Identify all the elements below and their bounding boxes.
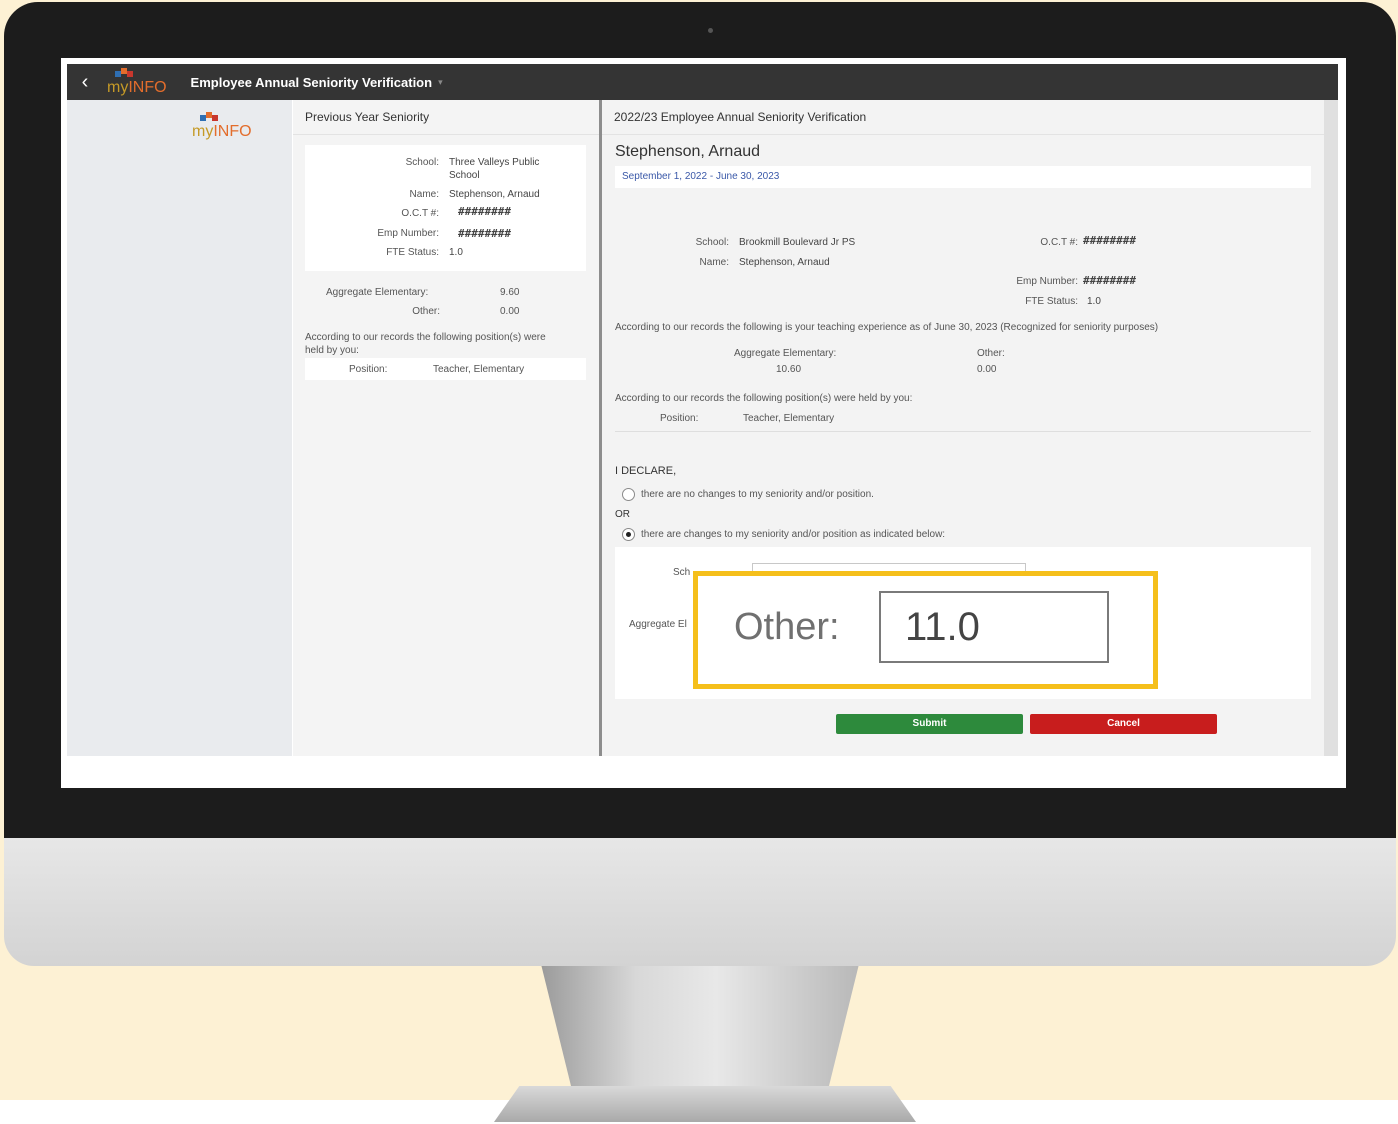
divider [615, 431, 1311, 432]
left-rail: myINFO [67, 100, 292, 756]
cur-position-label: Position: [660, 413, 699, 424]
previous-details-card: School: Three Valleys Public School Name… [305, 145, 586, 271]
cur-emp-label: Emp Number: [1016, 276, 1078, 287]
experience-note: According to our records the following i… [615, 322, 1159, 333]
screen: ‹ myINFO Employee Annual Seniority Verif… [61, 58, 1346, 788]
rail-logo: myINFO [192, 112, 252, 140]
option-no-changes[interactable]: there are no changes to my seniority and… [641, 489, 874, 500]
cur-position-value: Teacher, Elementary [743, 413, 835, 424]
chevron-left-icon[interactable]: ‹ [67, 64, 103, 100]
prev-other-value: 0.00 [500, 306, 520, 317]
changes-agg-label: Aggregate El [629, 619, 687, 630]
changes-school-label: Sch [673, 567, 691, 578]
date-range-bar: September 1, 2022 - June 30, 2023 [615, 166, 1311, 188]
radio-changes[interactable] [622, 528, 635, 541]
cur-fte-label: FTE Status: [1025, 296, 1078, 307]
submit-button[interactable]: Submit [836, 714, 1023, 734]
logo-info-text: INFO [128, 79, 167, 96]
cur-oct-label: O.C.T #: [1040, 237, 1078, 248]
prev-position-row: Position: Teacher, Elementary [305, 358, 586, 380]
date-range: September 1, 2022 - June 30, 2023 [622, 171, 780, 182]
other-input[interactable] [879, 591, 1109, 663]
prev-name-label: Name: [409, 189, 439, 200]
prev-position-label: Position: [349, 364, 388, 375]
prev-fte-label: FTE Status: [386, 247, 439, 258]
cur-name-value: Stephenson, Arnaud [739, 257, 830, 268]
camera-icon [708, 28, 713, 33]
prev-positions-note-2: held by you: [305, 345, 359, 356]
cur-other-label: Other: [977, 348, 1005, 359]
prev-emp-value: ######## [458, 227, 511, 240]
cur-school-value: Brookmill Boulevard Jr PS [739, 237, 856, 248]
monitor-stand-neck [540, 960, 860, 1090]
rail-logo-my: my [192, 123, 214, 140]
chevron-down-icon[interactable]: ▾ [438, 77, 443, 88]
page-title: Employee Annual Seniority Verification [190, 74, 433, 90]
prev-oct-label: O.C.T #: [401, 208, 439, 219]
monitor-chin [4, 838, 1396, 966]
or-label: OR [615, 509, 630, 520]
prev-oct-value: ######## [458, 205, 511, 218]
declare-heading: I DECLARE, [615, 465, 677, 477]
previous-year-panel: Previous Year Seniority School: Three Va… [293, 100, 602, 756]
prev-school-value-2: School [449, 170, 480, 181]
prev-positions-note-1: According to our records the following p… [305, 332, 546, 343]
option-changes[interactable]: there are changes to my seniority and/or… [641, 529, 945, 540]
prev-other-label: Other: [412, 306, 440, 317]
prev-agg-value: 9.60 [500, 287, 520, 298]
previous-panel-title: Previous Year Seniority [293, 100, 599, 135]
prev-position-value: Teacher, Elementary [433, 364, 525, 375]
cur-other-value: 0.00 [977, 364, 997, 375]
cur-oct-value: ######## [1083, 234, 1136, 247]
cur-agg-value: 10.60 [776, 364, 802, 375]
cur-emp-value: ######## [1083, 274, 1136, 287]
cur-school-label: School: [695, 237, 729, 248]
monitor-stand-base [494, 1086, 916, 1122]
other-label-zoomed: Other: [734, 606, 840, 648]
prev-school-label: School: [405, 157, 439, 168]
radio-selected-dot [626, 532, 631, 537]
app-header: ‹ myINFO Employee Annual Seniority Verif… [67, 64, 1338, 100]
prev-name-value: Stephenson, Arnaud [449, 189, 540, 200]
prev-school-value-1: Three Valleys Public [449, 157, 540, 168]
current-panel-title: 2022/23 Employee Annual Seniority Verifi… [602, 100, 1324, 135]
cancel-button[interactable]: Cancel [1030, 714, 1217, 734]
scrollbar[interactable] [1324, 100, 1338, 756]
logo-my-text: my [107, 79, 129, 96]
employee-name: Stephenson, Arnaud [615, 143, 761, 160]
rail-logo-info: INFO [213, 123, 252, 140]
prev-emp-label: Emp Number: [377, 228, 439, 239]
cur-name-label: Name: [699, 257, 729, 268]
cur-agg-label: Aggregate Elementary: [734, 348, 837, 359]
radio-no-changes[interactable] [622, 488, 635, 501]
cur-fte-value: 1.0 [1087, 296, 1101, 307]
myinfo-logo: myINFO [107, 68, 167, 96]
highlight-callout: Other: [693, 571, 1158, 689]
prev-fte-value: 1.0 [449, 247, 463, 258]
prev-agg-label: Aggregate Elementary: [326, 287, 429, 298]
cur-positions-note: According to our records the following p… [615, 393, 913, 404]
